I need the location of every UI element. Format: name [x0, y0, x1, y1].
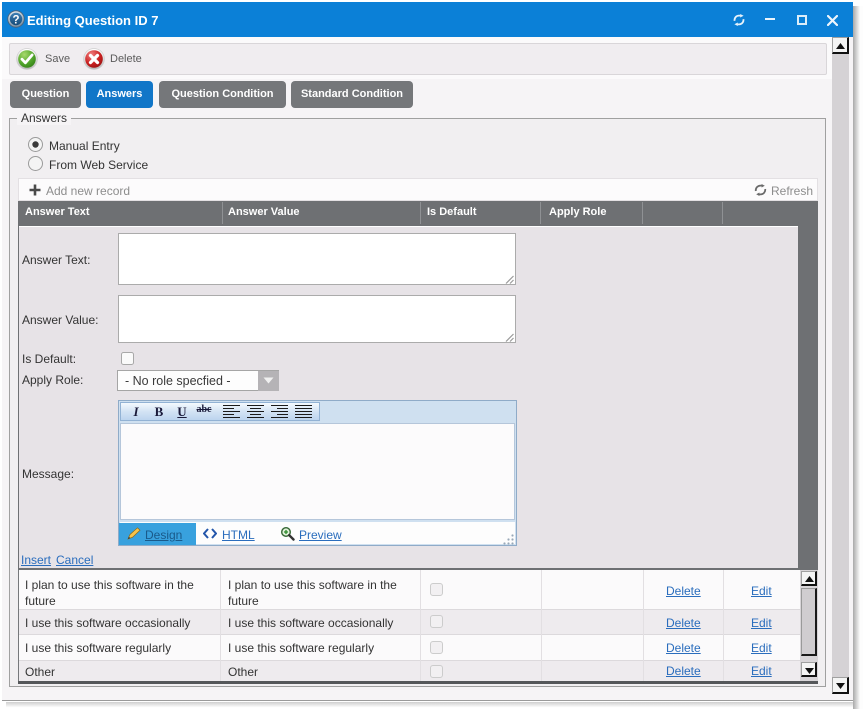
- svg-text:?: ?: [12, 14, 19, 26]
